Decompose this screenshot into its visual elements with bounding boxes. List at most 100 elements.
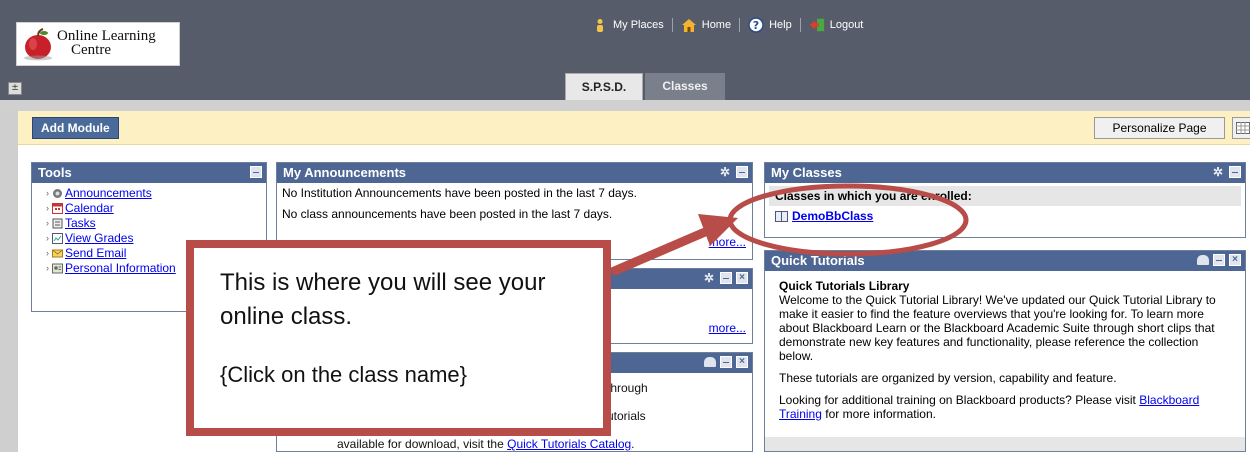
tools-item-label[interactable]: View Grades [65,231,133,246]
close-icon[interactable]: × [1229,254,1241,266]
announcements-header: My Announcements ✲ [277,163,752,183]
calendar-icon [52,203,63,214]
tools-item-announcements[interactable]: › Announcements [46,186,266,201]
home-link[interactable]: Home [681,17,731,33]
catalog-prefix-text: available for download, visit the [337,437,504,451]
minimize-icon[interactable] [720,356,732,368]
help-link[interactable]: ? Help [748,17,792,33]
logo-text: Online Learning Centre [57,28,156,58]
callout-hint-text: {Click on the class name} [220,362,468,387]
chevron-right-icon: › [46,263,49,273]
link-separator [799,18,801,32]
person-icon [592,17,608,33]
training-suffix-text: for more information. [825,407,936,421]
logo-line-1: Online Learning [57,28,156,44]
tools-header: Tools [32,163,266,183]
add-module-button[interactable]: Add Module [32,117,119,139]
quick-tutorials-title: Quick Tutorials [771,253,865,268]
top-links: My Places Home ? Help Logout [592,16,871,34]
window-icon[interactable] [1197,255,1209,265]
logout-icon [809,17,825,33]
chevron-right-icon: › [46,203,49,213]
logo-line-2: Centre [71,42,111,58]
my-classes-module: My Classes ✲ Classes in which you are en… [764,162,1246,238]
expand-collapse-icon[interactable]: ± [8,82,22,95]
gear-icon[interactable]: ✲ [1211,165,1225,179]
home-icon [681,17,697,33]
middle-module-3-line2: utorials [607,409,646,423]
class-list-item[interactable]: DemoBbClass [765,206,1245,226]
help-icon: ? [748,17,764,33]
tab-spsd[interactable]: S.P.S.D. [565,73,643,100]
email-icon [52,248,63,259]
institution-announcements-text: No Institution Announcements have been p… [282,186,637,200]
minimize-icon[interactable] [250,166,262,178]
tools-item-label[interactable]: Personal Information [65,261,176,276]
layout-grid-button[interactable] [1232,117,1250,139]
link-separator [739,18,741,32]
grid-icon [1236,122,1250,134]
catalog-suffix-text: . [631,437,635,451]
tools-item-calendar[interactable]: › Calendar [46,201,266,216]
home-label: Home [701,19,732,31]
quick-tutorials-catalog-link[interactable]: Quick Tutorials Catalog [507,437,631,451]
instruction-callout: This is where you will see your online c… [186,240,611,436]
tools-item-tasks[interactable]: › Tasks [46,216,266,231]
class-name-link[interactable]: DemoBbClass [792,209,873,223]
logout-link[interactable]: Logout [809,17,864,33]
minimize-icon[interactable] [1229,166,1241,178]
apple-logo-icon [24,28,52,61]
tools-item-label[interactable]: Send Email [65,246,126,261]
quick-tutorials-heading: Quick Tutorials Library [779,279,910,293]
book-icon [775,210,788,222]
tools-item-label[interactable]: Announcements [65,186,152,201]
grades-icon [52,233,63,244]
header-divider [0,100,1250,111]
classes-enrolled-heading: Classes in which you are enrolled: [769,186,1241,206]
announcements-more-link[interactable]: more... [709,235,746,249]
my-classes-title: My Classes [771,165,842,180]
my-places-link[interactable]: My Places [592,17,664,33]
gear-icon[interactable]: ✲ [718,165,732,179]
window-icon[interactable] [704,357,716,367]
middle-module-3-line1: through [607,381,648,395]
quick-tutorials-footer [765,437,1245,451]
logout-label: Logout [829,19,864,31]
tasks-icon [52,218,63,229]
quick-tutorials-module: Quick Tutorials × Quick Tutorials Librar… [764,250,1246,452]
tools-title: Tools [38,165,72,180]
module-toolbar: Add Module Personalize Page [18,111,1250,145]
close-icon[interactable]: × [736,356,748,368]
site-logo[interactable]: Online Learning Centre [16,22,180,66]
close-icon[interactable]: × [736,272,748,284]
announcements-title: My Announcements [283,165,407,180]
chevron-right-icon: › [46,218,49,228]
chevron-right-icon: › [46,233,49,243]
link-separator [671,18,673,32]
quick-tutorials-organization: These tutorials are organized by version… [779,371,1117,385]
my-places-label: My Places [613,19,664,31]
quick-tutorials-header: Quick Tutorials × [765,251,1245,271]
personal-info-icon [52,263,63,274]
quick-tutorials-intro: Welcome to the Quick Tutorial Library! W… [779,293,1216,363]
top-header: Online Learning Centre My Places Home ? … [0,0,1250,100]
tab-classes[interactable]: Classes [645,73,725,100]
help-label: Help [769,19,792,31]
svg-text:?: ? [753,19,759,32]
tools-item-label[interactable]: Calendar [65,201,114,216]
tools-item-label[interactable]: Tasks [65,216,96,231]
class-announcements-text: No class announcements have been posted … [282,207,613,221]
training-prefix-text: Looking for additional training on Black… [779,393,1136,407]
quick-tutorials-body: Quick Tutorials Library Welcome to the Q… [765,271,1245,421]
minimize-icon[interactable] [720,272,732,284]
minimize-icon[interactable] [1213,254,1225,266]
callout-main-text: This is where you will see your online c… [220,269,546,330]
my-classes-header: My Classes ✲ [765,163,1245,183]
gear-icon[interactable]: ✲ [702,271,716,285]
chevron-right-icon: › [46,188,49,198]
announcements-icon [52,188,63,199]
minimize-icon[interactable] [736,166,748,178]
personalize-page-button[interactable]: Personalize Page [1094,117,1225,139]
middle-module-2-more-link[interactable]: more... [709,321,746,335]
middle-module-3-bottom: available for download, visit the Quick … [337,437,635,451]
